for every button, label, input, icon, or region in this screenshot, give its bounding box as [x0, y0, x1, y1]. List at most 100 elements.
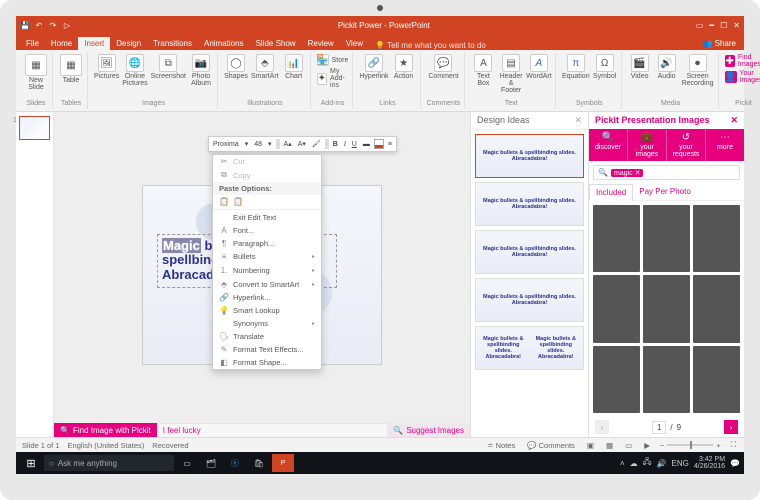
ribbon-options-icon[interactable]: ▭ [696, 21, 704, 30]
ctx-translate[interactable]: 🗣Translate [213, 330, 321, 343]
video-button[interactable]: 🎬Video [628, 54, 652, 80]
tray-volume-icon[interactable]: 🔊 [657, 459, 667, 468]
ctx-synonyms[interactable]: Synonyms▸ [213, 317, 321, 330]
tab-view[interactable]: View [340, 37, 369, 50]
store-button[interactable]: 🏪Store [317, 54, 349, 66]
redo-icon[interactable]: ↷ [48, 20, 58, 30]
ctx-font[interactable]: AFont... [213, 224, 321, 237]
design-idea-4[interactable]: Magic bullets & spellbinding slides. Abr… [475, 278, 584, 322]
ctx-convert-smartart[interactable]: ⬘Convert to SmartArt▸ [213, 278, 321, 291]
photo-album-button[interactable]: 📷Photo Album [189, 54, 213, 87]
ctx-paste-keep[interactable]: 📋📋 [213, 195, 321, 208]
close-icon[interactable]: ✕ [733, 21, 740, 30]
font-color-icon[interactable] [374, 139, 384, 149]
explorer-icon[interactable]: 🗂 [200, 454, 222, 472]
ctx-text-effects[interactable]: ✎Format Text Effects... [213, 343, 321, 356]
ctx-smart-lookup[interactable]: 💡Smart Lookup [213, 304, 321, 317]
pickit-image[interactable] [693, 205, 740, 272]
ctx-paragraph[interactable]: ¶Paragraph... [213, 237, 321, 250]
online-pictures-button[interactable]: 🌐Online Pictures [122, 54, 147, 87]
symbol-button[interactable]: ΩSymbol [593, 54, 617, 80]
view-sorter-icon[interactable]: ▦ [604, 441, 615, 450]
pickit-subtab-included[interactable]: Included [589, 184, 633, 201]
pickit-image[interactable] [693, 275, 740, 342]
audio-button[interactable]: 🔊Audio [655, 54, 679, 80]
design-idea-5[interactable]: Magic bullets & spellbinding slides. Abr… [475, 326, 584, 370]
pickit-tab-discover[interactable]: 🔍discover [589, 129, 628, 161]
design-idea-3[interactable]: Magic bullets & spellbinding slides. Abr… [475, 230, 584, 274]
task-view-icon[interactable]: ▭ [176, 454, 198, 472]
edge-icon[interactable]: ⓔ [224, 454, 246, 472]
tab-transitions[interactable]: Transitions [147, 37, 198, 50]
tray-chevron-icon[interactable]: ˄ [620, 459, 625, 468]
bold-icon[interactable]: B [331, 141, 340, 148]
pickit-find-image-bar[interactable]: 🔍 Find Image with Pickit [54, 423, 157, 437]
screenshot-button[interactable]: ⧉Screenshot [151, 54, 186, 80]
pickit-image[interactable] [643, 205, 690, 272]
pickit-image[interactable] [593, 275, 640, 342]
wordart-button[interactable]: AWordArt [527, 54, 551, 80]
comment-button[interactable]: 💬Comment [428, 54, 458, 80]
bullets-icon[interactable]: ≡ [386, 141, 394, 148]
font-name[interactable]: Proxima [211, 141, 241, 148]
equation-button[interactable]: πEquation [562, 54, 590, 80]
action-button[interactable]: ★Action [392, 54, 416, 80]
ctx-bullets[interactable]: ≡Bullets▸ [213, 250, 321, 263]
taskbar-clock[interactable]: 3:42 PM4/26/2016 [694, 456, 725, 470]
status-notes[interactable]: ≐ Notes [485, 441, 517, 450]
design-ideas-close-icon[interactable]: ✕ [574, 115, 582, 126]
new-slide-button[interactable]: ▦New Slide [24, 54, 48, 91]
ctx-hyperlink[interactable]: 🔗Hyperlink... [213, 291, 321, 304]
pickit-suggest-images[interactable]: 🔍 Suggest Images [387, 423, 470, 437]
ctx-exit-edit[interactable]: Exit Edit Text [213, 211, 321, 224]
pickit-next-page[interactable]: › [724, 420, 738, 434]
tray-notifications-icon[interactable]: 💬 [730, 459, 740, 468]
pickit-image[interactable] [643, 275, 690, 342]
decrease-font-icon[interactable]: A▾ [296, 140, 308, 148]
share-button[interactable]: 👥 Share [698, 37, 740, 50]
pickit-page-current[interactable]: 1 [652, 421, 666, 434]
pickit-image[interactable] [593, 205, 640, 272]
tell-me[interactable]: 💡 Tell me what you want to do [375, 41, 486, 50]
pickit-close-icon[interactable]: ✕ [730, 115, 738, 126]
design-idea-1[interactable]: Magic bullets & spellbinding slides. Abr… [475, 134, 584, 178]
tab-design[interactable]: Design [110, 37, 147, 50]
design-idea-2[interactable]: Magic bullets & spellbinding slides. Abr… [475, 182, 584, 226]
pickit-your-images-button[interactable]: 👤Your Images [725, 70, 760, 84]
textbox-button[interactable]: AText Box [471, 54, 495, 87]
pickit-search-tag[interactable]: magic ✕ [611, 169, 644, 177]
tray-lang[interactable]: ENG [672, 459, 689, 468]
pickit-tab-more[interactable]: ⋯more [706, 129, 744, 161]
view-slideshow-icon[interactable]: ▶ [642, 441, 652, 450]
view-reading-icon[interactable]: ▭ [623, 441, 634, 450]
minimize-icon[interactable]: ━ [709, 21, 714, 30]
shapes-button[interactable]: ◯Shapes [224, 54, 248, 80]
view-normal-icon[interactable]: ▣ [585, 441, 596, 450]
pickit-image[interactable] [693, 346, 740, 413]
format-painter-icon[interactable]: 🖌 [310, 140, 323, 148]
pickit-image[interactable] [593, 346, 640, 413]
start-from-beginning-icon[interactable]: ▷ [62, 20, 72, 30]
tray-onedrive-icon[interactable]: ☁ [630, 459, 638, 468]
underline-icon[interactable]: U [350, 141, 359, 148]
chart-button[interactable]: 📊Chart [282, 54, 306, 80]
pickit-tab-your-requests[interactable]: ↺your requests [667, 129, 706, 161]
hyperlink-button[interactable]: 🔗Hyperlink [359, 54, 388, 80]
maximize-icon[interactable]: ☐ [720, 21, 727, 30]
status-comments[interactable]: 💬 Comments [525, 441, 577, 450]
increase-font-icon[interactable]: A▴ [282, 140, 294, 148]
slide-thumbnail-1[interactable] [19, 116, 50, 140]
header-footer-button[interactable]: ▤Header & Footer [498, 54, 523, 94]
pickit-search[interactable]: 🔍 magic ✕ [593, 165, 740, 180]
tab-file[interactable]: File [20, 37, 45, 50]
pickit-find-images-button[interactable]: ✚Find Images [725, 54, 760, 68]
table-button[interactable]: ▦Table [59, 54, 83, 84]
zoom-slider[interactable]: −+ [660, 441, 721, 450]
status-lang[interactable]: English (United States) [68, 441, 145, 450]
tab-review[interactable]: Review [302, 37, 340, 50]
start-button[interactable]: ⊞ [20, 454, 42, 472]
pickit-image[interactable] [643, 346, 690, 413]
italic-icon[interactable]: I [342, 141, 348, 148]
pickit-subtab-pay[interactable]: Pay Per Photo [633, 184, 697, 200]
font-size[interactable]: 48 [252, 141, 264, 148]
